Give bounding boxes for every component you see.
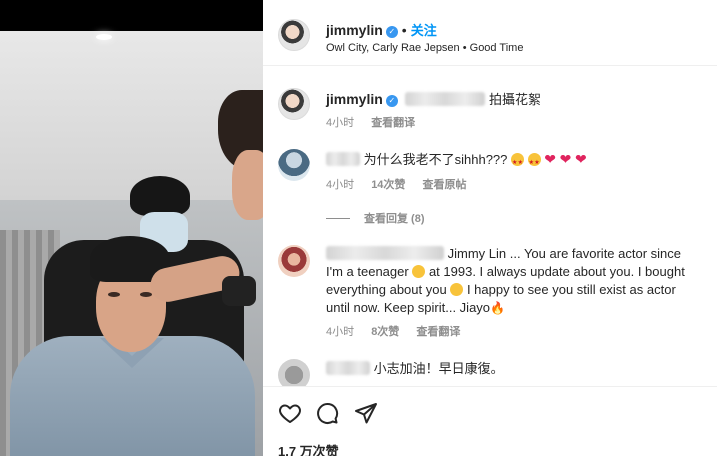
share-icon[interactable] bbox=[354, 401, 378, 425]
follow-button[interactable]: 关注 bbox=[411, 23, 437, 38]
redacted-username bbox=[326, 246, 444, 260]
view-replies-button[interactable]: 查看回复 (8) bbox=[326, 210, 425, 226]
redacted-username bbox=[326, 152, 360, 166]
redacted-text bbox=[405, 92, 486, 106]
likes-count[interactable]: 1.7 万次赞 bbox=[278, 441, 339, 456]
action-bar: 1.7 万次赞 bbox=[263, 386, 717, 456]
comment-icon[interactable] bbox=[315, 401, 339, 425]
post-photo[interactable] bbox=[0, 0, 263, 456]
emoji-group: ❤ ❤ ❤ bbox=[511, 151, 587, 172]
comment-text: Jimmy Lin ... You are favorite actor sin… bbox=[447, 246, 682, 261]
comment-likes[interactable]: 14次赞 bbox=[371, 179, 405, 191]
comment-item: 小志加油！早日康復。 bbox=[263, 356, 717, 386]
verified-badge-icon: ✓ bbox=[385, 95, 398, 107]
comment-translate-button[interactable]: 查看翻译 bbox=[416, 326, 460, 338]
caption-row: jimmylin ✓ 拍攝花絮 4小时 查看翻译 bbox=[263, 86, 717, 136]
commenter-avatar[interactable] bbox=[278, 245, 310, 277]
comment-text: 小志加油！早日康復。 bbox=[373, 361, 504, 376]
caption-avatar[interactable] bbox=[278, 88, 310, 120]
music-label[interactable]: Owl City, Carly Rae Jepsen • Good Time bbox=[326, 42, 523, 54]
redacted-username bbox=[326, 361, 370, 375]
smiley-emoji bbox=[450, 283, 464, 296]
comment-item: Jimmy Lin ... You are favorite actor sin… bbox=[263, 243, 717, 343]
post-header: jimmylin ✓ • 关注 Owl City, Carly Rae Jepsen … bbox=[263, 0, 717, 66]
view-original-button[interactable]: 查看原帖 bbox=[423, 179, 467, 191]
comment-text: 为什么我老不了sihhh??? bbox=[363, 152, 508, 167]
verified-badge-icon: ✓ bbox=[385, 26, 398, 38]
comment-time[interactable]: 4小时 bbox=[326, 179, 354, 191]
commenter-avatar[interactable] bbox=[278, 359, 310, 386]
photo-top-bar bbox=[0, 0, 263, 31]
caption-translate-button[interactable]: 查看翻译 bbox=[371, 117, 415, 129]
comment-time[interactable]: 4小时 bbox=[326, 326, 354, 338]
caption-username[interactable]: jimmylin bbox=[326, 91, 383, 107]
smiley-emoji bbox=[412, 265, 426, 278]
post-detail-panel: jimmylin ✓ • 关注 Owl City, Carly Rae Jepsen … bbox=[263, 0, 717, 456]
caption-time[interactable]: 4小时 bbox=[326, 117, 354, 129]
heart-icon[interactable] bbox=[278, 401, 302, 425]
author-avatar[interactable] bbox=[278, 19, 310, 51]
author-username[interactable]: jimmylin bbox=[326, 22, 383, 38]
commenter-avatar[interactable] bbox=[278, 149, 310, 181]
caption-text: 拍攝花絮 bbox=[489, 92, 542, 107]
fire-emoji: 🔥 bbox=[490, 301, 505, 315]
comment-item: 为什么我老不了sihhh??? ❤ ❤ ❤ 4小时 14次赞 查看原帖 bbox=[263, 146, 717, 206]
comment-likes[interactable]: 8次赞 bbox=[371, 326, 399, 338]
replies-divider bbox=[326, 218, 350, 219]
